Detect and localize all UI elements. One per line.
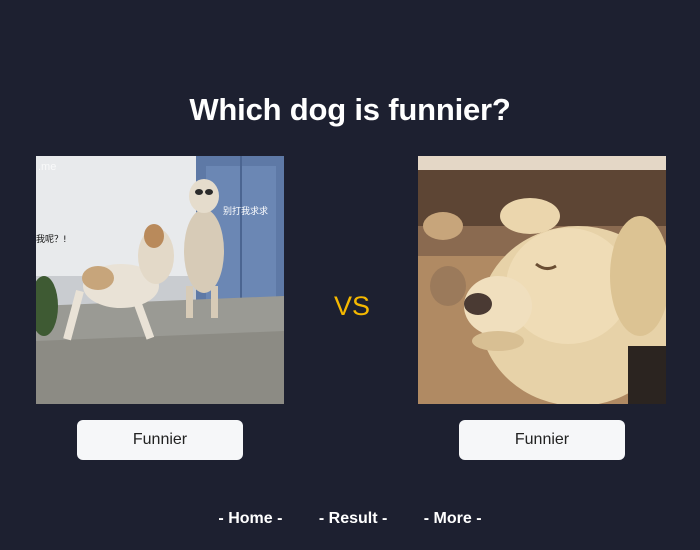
page-title: Which dog is funnier? [189,92,511,127]
footer-nav: - Home - - Result - - More - [0,510,700,528]
nav-link-home[interactable]: - Home - [218,510,282,528]
funnier-button-right[interactable]: Funnier [459,420,625,460]
candidate-right: Funnier [418,156,666,460]
photo-caption-right: 别打我求求 [223,205,268,217]
photo-caption-left: 我呢？! [36,234,67,245]
funnier-button-left[interactable]: Funnier [77,420,243,460]
candidate-left: .me 别打我求求 我呢？! Funnier [36,156,284,460]
nav-link-more[interactable]: - More - [424,510,482,528]
dog-photo-right[interactable] [418,156,666,404]
vs-label: VS [333,291,371,321]
photo-watermark: .me [38,161,56,173]
nav-link-result[interactable]: - Result - [319,510,387,528]
dog-photo-left[interactable]: .me 别打我求求 我呢？! [36,156,284,404]
